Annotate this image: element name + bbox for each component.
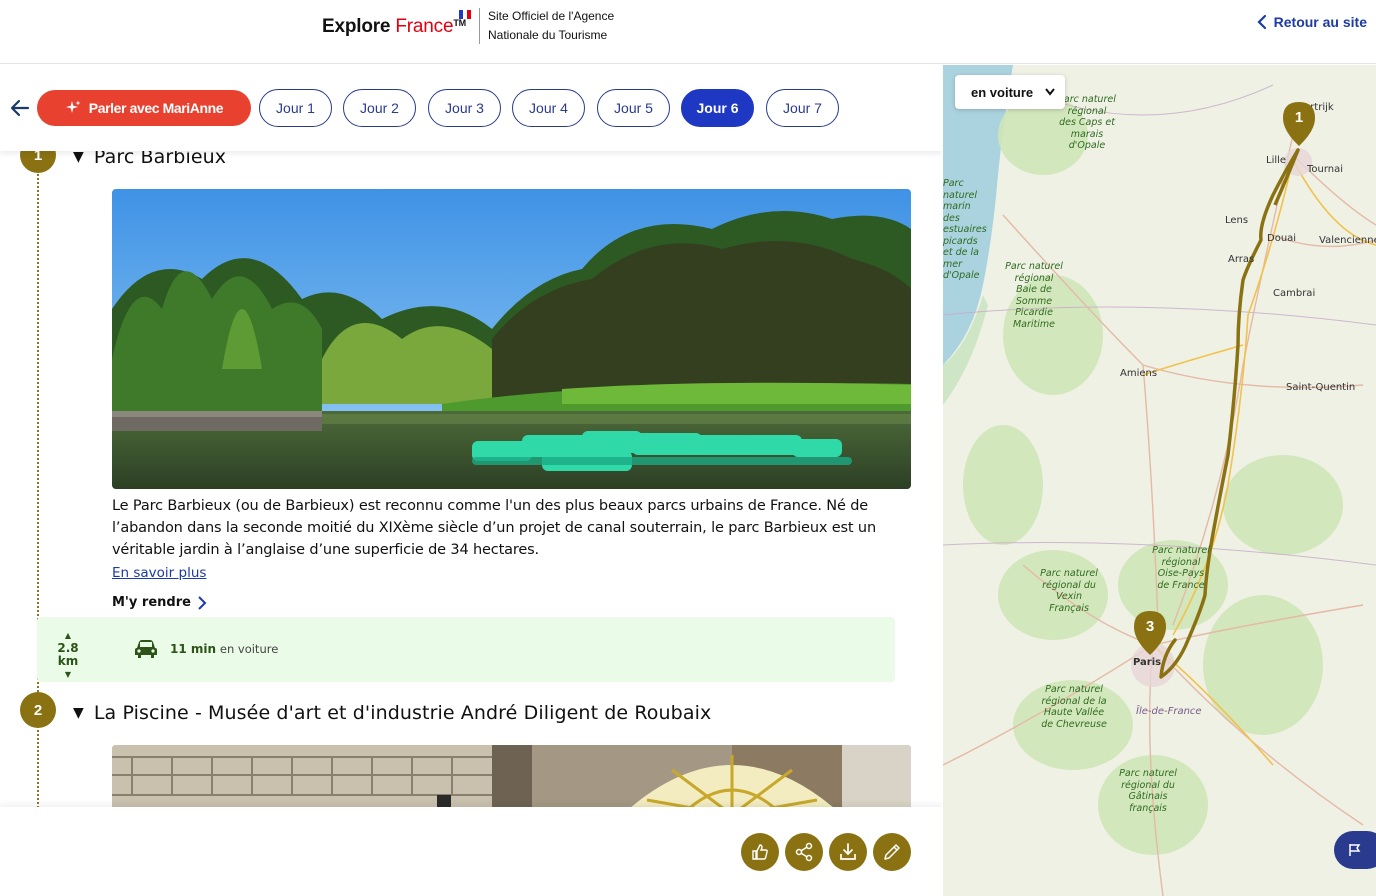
talk-with-mariane-button[interactable]: Parler avec MariAnne: [37, 90, 251, 126]
route-map[interactable]: Lille Tournai Kortrijk Lens Douai Valenc…: [943, 65, 1376, 896]
car-icon: [135, 640, 157, 658]
city-label: Amiens: [1120, 368, 1158, 379]
chevron-down-icon: [1045, 88, 1055, 96]
sparkle-icon: [65, 100, 81, 113]
city-label: Cambrai: [1273, 288, 1316, 299]
back-to-site-link[interactable]: Retour au site: [1256, 14, 1367, 30]
park-label: Parc naturel marin des estuaires picards…: [943, 178, 987, 281]
travel-mode-select[interactable]: en voiture: [955, 75, 1065, 109]
share-button[interactable]: [785, 833, 823, 871]
tab-jour-5[interactable]: Jour 5: [597, 89, 670, 127]
tab-jour-3[interactable]: Jour 3: [428, 89, 501, 127]
chevron-left-icon: [1257, 14, 1266, 30]
city-label: Valenciennes: [1319, 235, 1376, 246]
like-button[interactable]: [741, 833, 779, 871]
map-pin[interactable]: 3: [1133, 610, 1167, 656]
tab-jour-4[interactable]: Jour 4: [512, 89, 585, 127]
city-label: Douai: [1267, 233, 1297, 244]
stop-title[interactable]: ▼ La Piscine - Musée d'art et d'industri…: [73, 702, 711, 724]
edit-icon: [884, 844, 900, 860]
tab-jour-2[interactable]: Jour 2: [343, 89, 416, 127]
collapse-triangle-icon[interactable]: ▼: [73, 149, 84, 165]
agency-tagline: Site Officiel de l'Agence Nationale du T…: [488, 9, 615, 42]
stop-number: 2: [20, 692, 56, 728]
arrow-left-icon[interactable]: [10, 98, 30, 118]
stop-photo: [112, 745, 911, 815]
park-label: Parc naturel régional de la Haute Vallée…: [1041, 684, 1107, 730]
itinerary-scroll[interactable]: 1 ▼ Parc Barbieux Le Parc Barbieux (ou d…: [0, 65, 942, 896]
city-label: Tournai: [1307, 164, 1344, 175]
tab-jour-6[interactable]: Jour 6: [681, 89, 754, 127]
travel-segment: ▲ 2.8 km ▼ 11 min en voiture: [37, 617, 895, 682]
region-label: Île-de-France: [1136, 706, 1202, 717]
action-bar: [0, 807, 942, 896]
distance-stepper[interactable]: ▲ 2.8 km ▼: [49, 629, 87, 681]
download-button[interactable]: [829, 833, 867, 871]
header-divider: [479, 8, 480, 44]
travel-duration: 11 min en voiture: [170, 642, 279, 656]
park-label: Parc naturel régional Oise-Pays de Franc…: [1152, 545, 1210, 591]
collapse-triangle-icon[interactable]: ▼: [73, 705, 84, 721]
stop-description: Le Parc Barbieux (ou de Barbieux) est re…: [112, 498, 876, 558]
city-label: Saint-Quentin: [1286, 382, 1356, 393]
chevron-right-icon: [198, 595, 207, 610]
share-icon: [795, 842, 813, 862]
flag-icon: [1349, 844, 1361, 856]
report-button[interactable]: [1334, 831, 1376, 869]
like-icon: [752, 844, 768, 860]
city-label: Lens: [1225, 215, 1249, 226]
park-label: Parc naturel régional du Gâtinais frança…: [1119, 768, 1177, 814]
park-label: Parc naturel régional des Caps et marais…: [1058, 94, 1116, 151]
learn-more-link[interactable]: En savoir plus: [112, 565, 206, 581]
french-flag-icon: [459, 10, 471, 19]
download-icon: [840, 843, 856, 860]
stop-photo: [112, 189, 911, 489]
tab-jour-7[interactable]: Jour 7: [766, 89, 839, 127]
city-label: Arras: [1228, 254, 1255, 265]
explore-france-logo[interactable]: Explore FranceTM: [322, 16, 466, 38]
caret-down-icon[interactable]: ▼: [49, 668, 87, 681]
get-directions-link[interactable]: M'y rendre: [112, 595, 207, 610]
park-label: Parc naturel régional Baie de Somme Pica…: [1005, 261, 1063, 330]
park-label: Parc naturel régional du Vexin Français: [1040, 568, 1098, 614]
site-header: Explore FranceTM Site Officiel de l'Agen…: [0, 0, 1376, 64]
city-label: Paris: [1133, 657, 1162, 668]
tab-jour-1[interactable]: Jour 1: [259, 89, 332, 127]
itinerary-panel: 1 ▼ Parc Barbieux Le Parc Barbieux (ou d…: [0, 65, 942, 896]
day-tab-bar: Parler avec MariAnne Jour 1 Jour 2 Jour …: [0, 65, 942, 151]
city-label: Lille: [1266, 155, 1287, 166]
map-pin[interactable]: 1: [1282, 101, 1316, 147]
edit-button[interactable]: [873, 833, 911, 871]
